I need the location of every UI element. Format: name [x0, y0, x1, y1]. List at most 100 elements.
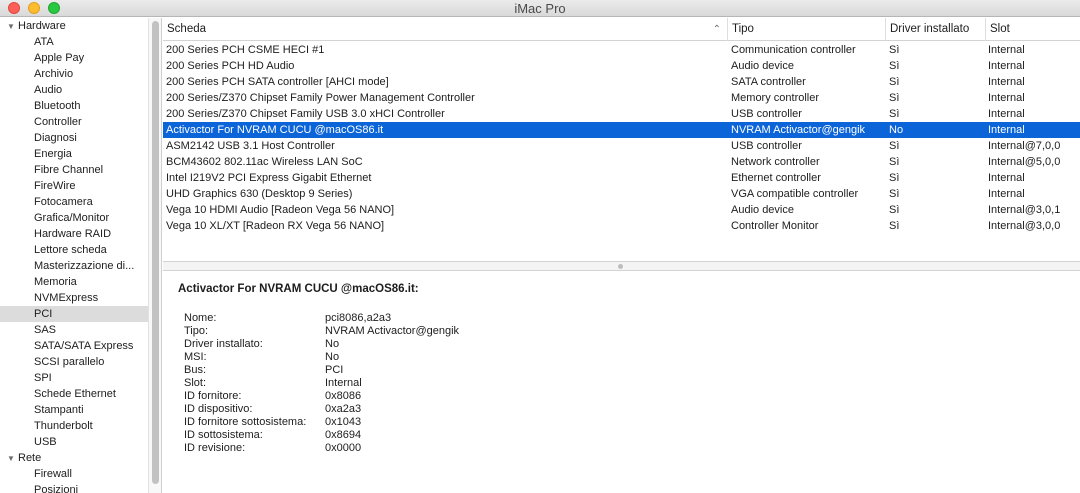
table-row[interactable]: 200 Series PCH CSME HECI #1 Communication… — [163, 42, 1080, 58]
table-row[interactable]: ASM2142 USB 3.1 Host Controller USB contr… — [163, 138, 1080, 154]
sidebar-item-firewire[interactable]: FireWire — [0, 178, 148, 194]
property-row: ID dispositivo: 0xa2a3 — [184, 403, 584, 416]
table-cell: VGA compatible controller — [731, 188, 859, 200]
property-value: No — [325, 338, 340, 350]
column-header-slot[interactable]: Slot — [985, 18, 1080, 41]
property-key: ID fornitore: — [184, 390, 242, 402]
sidebar-item-memoria[interactable]: Memoria — [0, 274, 148, 290]
table-row[interactable]: Activactor For NVRAM CUCU @macOS86.it NVR… — [163, 122, 1080, 138]
table-cell: Intel I219V2 PCI Express Gigabit Etherne… — [166, 172, 372, 184]
column-header-tipo[interactable]: Tipo — [727, 18, 885, 41]
property-row: Tipo: NVRAM Activactor@gengik — [184, 325, 584, 338]
sidebar-scrollbar[interactable] — [148, 18, 162, 493]
window-title: iMac Pro — [514, 1, 566, 16]
sidebar-item-pci[interactable]: PCI — [0, 306, 148, 322]
sidebar-item-grafica-monitor[interactable]: Grafica/Monitor — [0, 210, 148, 226]
table-cell: Audio device — [731, 204, 794, 216]
property-value: pci8086,a2a3 — [325, 312, 392, 324]
table-row[interactable]: 200 Series/Z370 Chipset Family Power Man… — [163, 90, 1080, 106]
property-value: 0x8694 — [325, 429, 362, 441]
sidebar-scroll-thumb[interactable] — [152, 21, 159, 484]
table-cell: Memory controller — [731, 92, 820, 104]
main-pane: Scheda ⌃ Tipo Driver installato Slot 200… — [163, 18, 1080, 493]
detail-pane: Activactor For NVRAM CUCU @macOS86.it: N… — [163, 272, 1080, 493]
table-row[interactable]: BCM43602 802.11ac Wireless LAN SoC Networ… — [163, 154, 1080, 170]
table-row[interactable]: 200 Series/Z370 Chipset Family USB 3.0 x… — [163, 106, 1080, 122]
property-key: MSI: — [184, 351, 207, 363]
sidebar-group-label: Hardware — [18, 20, 66, 32]
sidebar-item-posizioni[interactable]: Posizioni — [0, 482, 148, 493]
sidebar-item-thunderbolt[interactable]: Thunderbolt — [0, 418, 148, 434]
sidebar-item-energia[interactable]: Energia — [0, 146, 148, 162]
property-value: 0x1043 — [325, 416, 362, 428]
property-row: Bus: PCI — [184, 364, 584, 377]
table-cell: NVRAM Activactor@gengik — [731, 124, 866, 136]
sidebar-group-label: Rete — [18, 452, 42, 464]
property-row: ID sottosistema: 0x8694 — [184, 429, 584, 442]
table-cell: Vega 10 HDMI Audio [Radeon Vega 56 NANO] — [166, 204, 395, 216]
sidebar-group-hardware[interactable]: ▼ Hardware — [0, 18, 148, 34]
device-table: 200 Series PCH CSME HECI #1 Communication… — [163, 42, 1080, 234]
table-cell: SATA controller — [731, 76, 806, 88]
table-cell: ASM2142 USB 3.1 Host Controller — [166, 140, 335, 152]
property-value: No — [325, 351, 340, 363]
table-row[interactable]: Vega 10 XL/XT [Radeon RX Vega 56 NANO] Co… — [163, 218, 1080, 234]
table-cell: Controller Monitor — [731, 220, 819, 232]
sidebar-item-lettore-scheda[interactable]: Lettore scheda — [0, 242, 148, 258]
column-header-scheda[interactable]: Scheda ⌃ — [163, 18, 727, 41]
split-view-divider[interactable] — [163, 261, 1080, 271]
sidebar-item-archivio[interactable]: Archivio — [0, 66, 148, 82]
sidebar-item-controller[interactable]: Controller — [0, 114, 148, 130]
property-row: ID fornitore sottosistema: 0x1043 — [184, 416, 584, 429]
sidebar-item-sas[interactable]: SAS — [0, 322, 148, 338]
table-cell: Internal@7,0,0 — [988, 140, 1061, 152]
sidebar-item-stampanti[interactable]: Stampanti — [0, 402, 148, 418]
sidebar-item-schede-ethernet[interactable]: Schede Ethernet — [0, 386, 148, 402]
property-row: Slot: Internal — [184, 377, 584, 390]
sidebar-item-apple-pay[interactable]: Apple Pay — [0, 50, 148, 66]
table-cell: Sì — [889, 108, 900, 120]
sidebar-item-fotocamera[interactable]: Fotocamera — [0, 194, 148, 210]
sidebar-item-diagnosi[interactable]: Diagnosi — [0, 130, 148, 146]
property-key: Bus: — [184, 364, 207, 376]
table-cell: Network controller — [731, 156, 820, 168]
title-bar: iMac Pro — [0, 0, 1080, 17]
sidebar-item-nvmexpress[interactable]: NVMExpress — [0, 290, 148, 306]
sidebar-item-hardware-raid[interactable]: Hardware RAID — [0, 226, 148, 242]
table-cell: Sì — [889, 60, 900, 72]
divider-handle-icon — [618, 264, 623, 269]
table-cell: Sì — [889, 156, 900, 168]
sidebar-item-ata[interactable]: ATA — [0, 34, 148, 50]
sidebar-item-audio[interactable]: Audio — [0, 82, 148, 98]
sidebar-item-firewall[interactable]: Firewall — [0, 466, 148, 482]
table-row[interactable]: 200 Series PCH SATA controller [AHCI mod… — [163, 74, 1080, 90]
table-cell: Internal — [988, 92, 1025, 104]
table-row[interactable]: Vega 10 HDMI Audio [Radeon Vega 56 NANO]… — [163, 202, 1080, 218]
sidebar-item-bluetooth[interactable]: Bluetooth — [0, 98, 148, 114]
table-cell: Audio device — [731, 60, 794, 72]
table-cell: 200 Series PCH SATA controller [AHCI mod… — [166, 76, 389, 88]
property-row: Nome: pci8086,a2a3 — [184, 312, 584, 325]
sidebar-item-usb[interactable]: USB — [0, 434, 148, 450]
table-row[interactable]: UHD Graphics 630 (Desktop 9 Series) VGA c… — [163, 186, 1080, 202]
table-row[interactable]: 200 Series PCH HD Audio Audio device Sì Int… — [163, 58, 1080, 74]
table-cell: Internal — [988, 172, 1025, 184]
table-cell: Sì — [889, 172, 900, 184]
table-cell: Internal — [988, 44, 1025, 56]
table-cell: Internal@5,0,0 — [988, 156, 1061, 168]
sidebar-item-fibre-channel[interactable]: Fibre Channel — [0, 162, 148, 178]
disclosure-triangle-icon[interactable]: ▼ — [7, 451, 18, 466]
sidebar-item-sata-sata-express[interactable]: SATA/SATA Express — [0, 338, 148, 354]
table-cell: Internal — [988, 76, 1025, 88]
property-row: ID revisione: 0x0000 — [184, 442, 584, 455]
sidebar-group-rete[interactable]: ▼ Rete — [0, 450, 148, 466]
disclosure-triangle-icon[interactable]: ▼ — [7, 19, 18, 34]
table-row[interactable]: Intel I219V2 PCI Express Gigabit Etherne… — [163, 170, 1080, 186]
property-key: Nome: — [184, 312, 217, 324]
sidebar-item-scsi-parallelo[interactable]: SCSI parallelo — [0, 354, 148, 370]
column-header-driver[interactable]: Driver installato — [885, 18, 985, 41]
table-cell: Sì — [889, 204, 900, 216]
sidebar-item-masterizzazione-di[interactable]: Masterizzazione di... — [0, 258, 148, 274]
property-key: ID sottosistema: — [184, 429, 263, 441]
sidebar-item-spi[interactable]: SPI — [0, 370, 148, 386]
